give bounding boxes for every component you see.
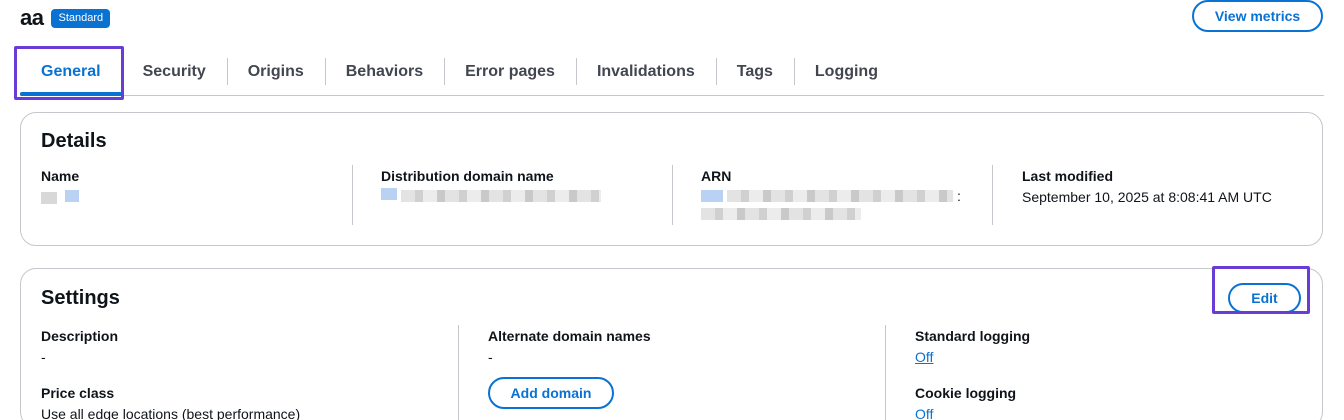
add-domain-button[interactable]: Add domain: [488, 377, 614, 409]
tab-general[interactable]: General: [20, 48, 122, 96]
tab-logging[interactable]: Logging: [793, 48, 899, 95]
distribution-title: aa: [20, 5, 44, 30]
distribution-domain-value-redacted: [381, 188, 661, 202]
tab-tags[interactable]: Tags: [715, 48, 794, 95]
name-label: Name: [41, 168, 80, 184]
price-class-label: Price class: [41, 385, 115, 401]
view-metrics-button[interactable]: View metrics: [1192, 0, 1323, 32]
description-label: Description: [41, 328, 119, 344]
standard-logging-label: Standard logging: [915, 328, 1031, 344]
arn-value-redacted: :: [701, 188, 981, 204]
name-value-redacted: [41, 190, 341, 204]
distribution-type-badge: Standard: [51, 8, 111, 28]
details-divider-3: [992, 165, 993, 225]
last-modified-value: September 10, 2025 at 8:08:41 AM UTC: [1022, 189, 1272, 205]
alternate-domains-label: Alternate domain names: [488, 328, 651, 344]
details-title: Details: [41, 130, 107, 152]
settings-divider-1: [458, 325, 459, 420]
tab-invalidations[interactable]: Invalidations: [575, 48, 716, 95]
last-modified-field: Last modified September 10, 2025 at 8:08…: [1022, 168, 1322, 205]
cookie-logging-label: Cookie logging: [915, 385, 1017, 401]
last-modified-label: Last modified: [1022, 168, 1114, 184]
edit-settings-button[interactable]: Edit: [1228, 283, 1301, 313]
name-field: Name: [41, 168, 341, 204]
settings-column-2: Alternate domain names - Add domain: [488, 328, 878, 409]
settings-divider-2: [885, 325, 886, 420]
standard-logging-link[interactable]: Off: [915, 349, 933, 365]
settings-column-3: Standard logging Off Cookie logging Off: [915, 328, 1305, 420]
tab-security[interactable]: Security: [122, 48, 227, 95]
details-divider-2: [672, 165, 673, 225]
arn-field: ARN :: [701, 168, 981, 220]
settings-card: Settings Edit Description - Price class …: [20, 268, 1323, 420]
details-card: Details Name Distribution domain name AR…: [20, 112, 1323, 246]
arn-label: ARN: [701, 168, 732, 184]
distribution-header: aa Standard: [20, 5, 111, 31]
distribution-domain-field: Distribution domain name: [381, 168, 661, 202]
description-value: -: [41, 349, 46, 365]
arn-value-line-2-redacted: [701, 208, 861, 220]
tab-error-pages[interactable]: Error pages: [444, 48, 576, 95]
tab-behaviors[interactable]: Behaviors: [324, 48, 444, 95]
distribution-domain-label: Distribution domain name: [381, 168, 554, 184]
details-divider-1: [352, 165, 353, 225]
tab-origins[interactable]: Origins: [226, 48, 325, 95]
alternate-domains-value: -: [488, 349, 493, 365]
arn-suffix: :: [957, 188, 961, 204]
price-class-value: Use all edge locations (best performance…: [41, 406, 301, 420]
settings-title: Settings: [41, 287, 120, 309]
cookie-logging-link[interactable]: Off: [915, 406, 933, 420]
tab-bar: General Security Origins Behaviors Error…: [20, 48, 1324, 96]
settings-column-1: Description - Price class Use all edge l…: [41, 328, 441, 420]
